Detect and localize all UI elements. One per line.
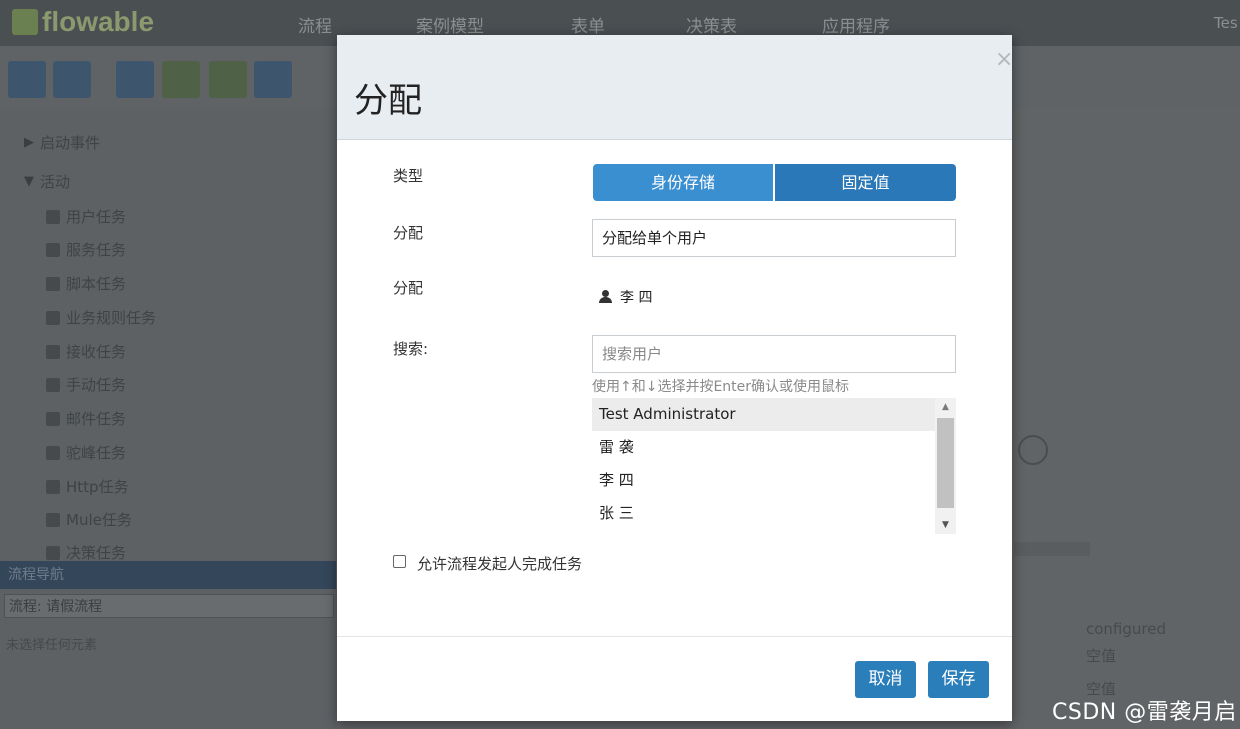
palette-item-camel-task[interactable]: 驼峰任务 — [46, 442, 126, 463]
assignment-dialog: 分配 × 类型 身份存储 固定值 分配 分配给单个用户 分配 李 四 搜索: 使… — [337, 35, 1013, 721]
script-icon — [46, 276, 60, 291]
logo-text: flowable — [42, 6, 155, 37]
palette-item-business-rule-task[interactable]: 业务规则任务 — [46, 307, 156, 328]
palette-item-receive-task[interactable]: 接收任务 — [46, 341, 126, 362]
palette-item-service-task[interactable]: 服务任务 — [46, 239, 126, 260]
dialog-header — [337, 35, 1012, 140]
property-value: 空值 — [1086, 647, 1117, 665]
copy-icon[interactable] — [162, 61, 200, 98]
palette-item-mule-task[interactable]: Mule任务 — [46, 509, 132, 530]
paste-icon[interactable] — [209, 61, 247, 98]
properties-bar — [1014, 542, 1090, 556]
fixed-value-button[interactable]: 固定值 — [775, 164, 956, 201]
search-user-input[interactable] — [592, 335, 956, 373]
inbox-icon — [46, 344, 60, 359]
type-label: 类型 — [393, 167, 424, 185]
envelope-icon — [46, 411, 60, 426]
palette-item-mail-task[interactable]: 邮件任务 — [46, 408, 126, 429]
user-icon — [599, 290, 612, 304]
cut-icon[interactable] — [116, 61, 154, 98]
nav-tab-decision-table[interactable]: 决策表 — [686, 12, 737, 37]
validate-icon[interactable] — [53, 61, 91, 98]
nav-tab-apps[interactable]: 应用程序 — [822, 12, 890, 37]
palette-group-activities[interactable]: ▼ 活动 — [24, 171, 70, 192]
app-logo: flowable — [12, 6, 154, 38]
property-value: configured — [1086, 620, 1166, 638]
assignee-name: 李 四 — [620, 290, 653, 306]
chevron-right-icon: ▶ — [24, 135, 34, 150]
palette-item-manual-task[interactable]: 手动任务 — [46, 374, 126, 395]
end-event-shape — [1018, 435, 1048, 465]
cancel-button[interactable]: 取消 — [855, 661, 916, 698]
dialog-footer-divider — [337, 636, 1012, 637]
delete-icon[interactable] — [254, 61, 292, 98]
search-help-text: 使用↑和↓选择并按Enter确认或使用鼠标 — [592, 379, 850, 395]
assignee-value: 李 四 — [599, 287, 652, 307]
user-results-list[interactable]: Test Administrator 雷 袭 李 四 张 三 ▲ ▼ — [592, 398, 956, 534]
mule-icon — [46, 512, 60, 527]
process-navigator-note: 未选择任何元素 — [6, 638, 98, 653]
hand-icon — [46, 377, 60, 392]
assignee-label: 分配 — [393, 279, 424, 297]
chevron-down-icon: ▼ — [24, 174, 34, 189]
assignment-label: 分配 — [393, 224, 424, 242]
user-list-item[interactable]: 张 三 — [592, 497, 935, 530]
assignment-type-toggle: 身份存储 固定值 — [593, 164, 956, 201]
search-label: 搜索: — [393, 340, 429, 358]
nav-tab-case-model[interactable]: 案例模型 — [416, 12, 484, 37]
logo-icon — [12, 9, 38, 35]
watermark: CSDN @雷袭月启 — [1052, 700, 1237, 725]
send-icon — [46, 479, 60, 494]
identity-store-button[interactable]: 身份存储 — [593, 164, 773, 201]
table-icon — [46, 545, 60, 560]
user-menu[interactable]: Tes — [1214, 14, 1238, 32]
nav-tab-process[interactable]: 流程 — [298, 12, 332, 37]
scroll-down-icon[interactable]: ▼ — [935, 516, 956, 534]
dialog-title: 分配 — [354, 81, 422, 121]
save-model-icon[interactable] — [8, 61, 46, 98]
nav-tab-form[interactable]: 表单 — [571, 12, 605, 37]
save-button[interactable]: 保存 — [928, 661, 989, 698]
list-scrollbar[interactable]: ▲ ▼ — [935, 398, 956, 534]
gear-icon — [46, 242, 60, 257]
camel-icon — [46, 445, 60, 460]
palette-item-decision-task[interactable]: 决策任务 — [46, 542, 126, 563]
close-icon[interactable]: × — [995, 49, 1013, 71]
process-navigator-header: 流程导航 — [0, 561, 336, 589]
palette-group-start-events[interactable]: ▶ 启动事件 — [24, 132, 100, 153]
user-list-item[interactable]: Test Administrator — [592, 398, 935, 431]
initiator-can-complete-checkbox[interactable] — [393, 555, 406, 568]
user-list-item[interactable]: 李 四 — [592, 464, 935, 497]
table-icon — [46, 310, 60, 325]
process-navigator-select[interactable]: 流程: 请假流程 — [4, 594, 334, 618]
user-list-item[interactable]: 雷 袭 — [592, 431, 935, 464]
scroll-up-icon[interactable]: ▲ — [935, 398, 956, 416]
assignment-mode-select[interactable]: 分配给单个用户 — [592, 219, 956, 257]
scroll-thumb[interactable] — [937, 418, 954, 508]
palette-item-http-task[interactable]: Http任务 — [46, 476, 129, 497]
user-icon — [46, 209, 60, 224]
palette-item-user-task[interactable]: 用户任务 — [46, 206, 126, 227]
palette-item-script-task[interactable]: 脚本任务 — [46, 273, 126, 294]
initiator-can-complete-label: 允许流程发起人完成任务 — [417, 555, 583, 573]
